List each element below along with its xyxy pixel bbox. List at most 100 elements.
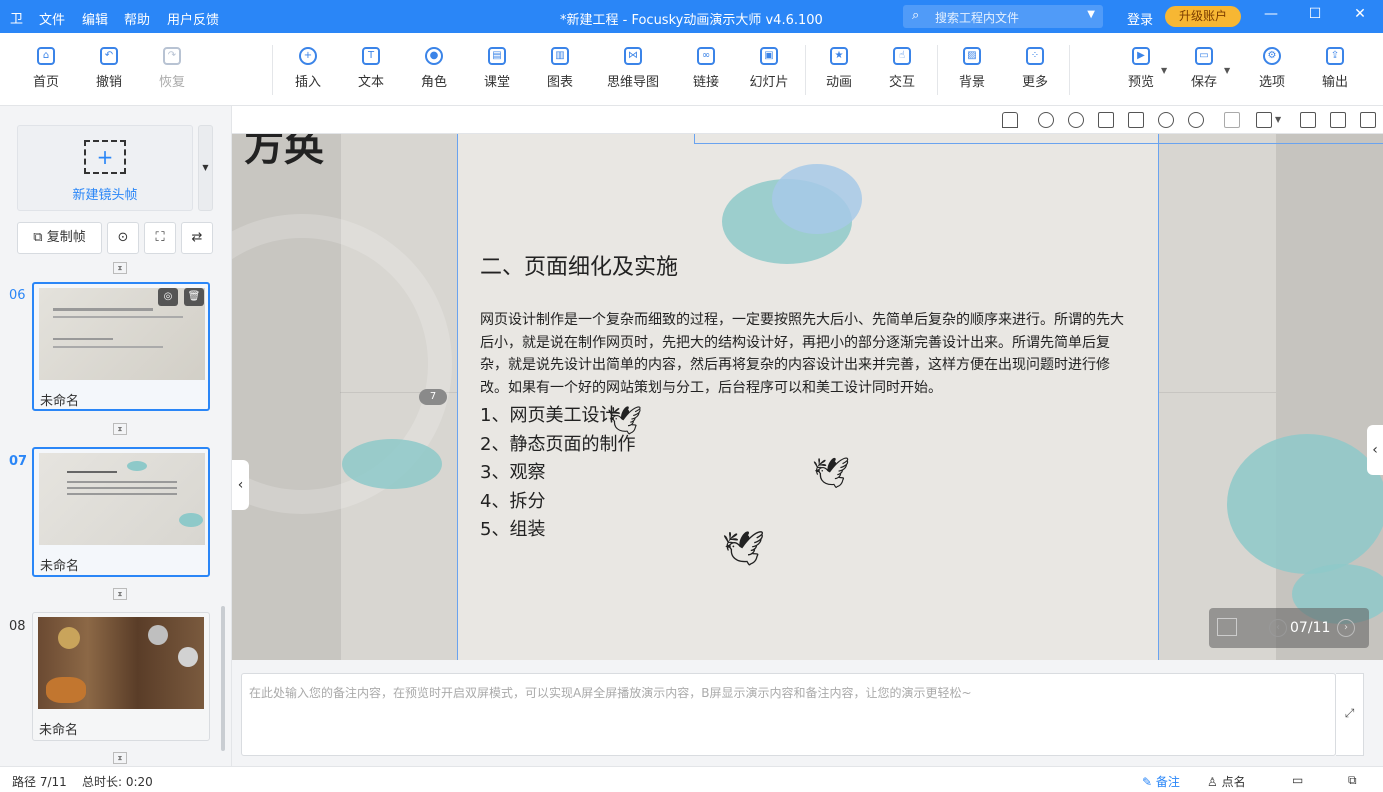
- person-icon: ●: [425, 47, 443, 65]
- new-frame-button[interactable]: + 新建镜头帧: [17, 125, 193, 211]
- zoom-in-icon[interactable]: [1158, 112, 1174, 128]
- menu-edit[interactable]: 编辑: [82, 9, 108, 28]
- chevron-down-icon[interactable]: ▼: [1087, 9, 1095, 20]
- slide-icon: ▣: [760, 47, 778, 65]
- maximize-icon[interactable]: ☐: [1303, 6, 1327, 22]
- export-icon: ⇪: [1326, 47, 1344, 65]
- slide-list-item[interactable]: 2、静态页面的制作: [480, 430, 635, 456]
- camera-icon[interactable]: [1300, 112, 1316, 128]
- options-button[interactable]: ⚙ 选项: [1242, 47, 1302, 90]
- zoom-out-icon[interactable]: [1188, 112, 1204, 128]
- paste-icon[interactable]: [1128, 112, 1144, 128]
- project-search-input[interactable]: ⌕ 搜索工程内文件 ▼: [903, 5, 1103, 28]
- more-label: 更多: [1021, 75, 1048, 90]
- export-button[interactable]: ⇪ 输出: [1305, 47, 1365, 90]
- frame-card-06[interactable]: ◎ 🗑 未命名: [32, 282, 210, 411]
- text-button[interactable]: T 文本: [341, 47, 401, 90]
- new-frame-dropdown[interactable]: ▼: [198, 125, 213, 211]
- expand-notes-button[interactable]: ⤢: [1336, 673, 1364, 756]
- redo-button[interactable]: ↷ 恢复: [142, 47, 202, 90]
- rotate-left-icon[interactable]: [1038, 112, 1054, 128]
- frame-number-badge[interactable]: 7: [419, 389, 447, 405]
- insert-button[interactable]: + 插入: [278, 47, 338, 90]
- align-icon[interactable]: [1224, 112, 1240, 128]
- link-button[interactable]: ∞ 链接: [676, 47, 736, 90]
- cloud-decoration: [772, 164, 862, 234]
- classroom-button[interactable]: ▤ 课堂: [467, 47, 527, 90]
- collapse-left-panel-button[interactable]: ‹: [232, 460, 249, 510]
- copy-icon[interactable]: [1098, 112, 1114, 128]
- fit-frame-button[interactable]: ⛶: [144, 222, 176, 254]
- coin-thumb: [58, 627, 80, 649]
- menu-feedback[interactable]: 用户反馈: [167, 9, 219, 28]
- edit-icon[interactable]: [1360, 112, 1376, 128]
- expand-right-panel-button[interactable]: ‹: [1367, 425, 1383, 475]
- role-button[interactable]: ● 角色: [404, 47, 464, 90]
- transition-marker-icon[interactable]: ⧗: [113, 423, 127, 435]
- copy-frame-button[interactable]: ⧉ 复制帧: [17, 222, 102, 254]
- chart-button[interactable]: ▥ 图表: [530, 47, 590, 90]
- screenshot-frame-button[interactable]: ⊙: [107, 222, 139, 254]
- home-icon[interactable]: [1217, 618, 1237, 636]
- login-link[interactable]: 登录: [1127, 9, 1153, 28]
- rotate-right-icon[interactable]: [1068, 112, 1084, 128]
- slide-list-item[interactable]: 5、组装: [480, 515, 545, 541]
- menu-help[interactable]: 帮助: [124, 9, 150, 28]
- redo-label: 恢复: [158, 75, 185, 90]
- frame-panel-scrollbar[interactable]: [221, 606, 225, 751]
- slide-heading[interactable]: 二、页面细化及实施: [480, 249, 678, 281]
- canvas-toolbar: ▼: [232, 106, 1383, 134]
- chevron-left-icon: ‹: [1372, 442, 1378, 458]
- frame-card-07[interactable]: 未命名: [32, 447, 210, 577]
- eye-icon[interactable]: ◎: [158, 288, 178, 306]
- frame-card-08[interactable]: 未命名: [32, 612, 210, 741]
- trash-icon[interactable]: 🗑: [184, 288, 204, 306]
- upgrade-account-button[interactable]: 升级账户: [1165, 6, 1241, 27]
- present-icon[interactable]: ▭: [1292, 773, 1303, 787]
- transition-button[interactable]: ⇄: [181, 222, 213, 254]
- animation-button[interactable]: ★ 动画: [809, 47, 869, 90]
- minimize-icon[interactable]: —: [1259, 6, 1283, 22]
- lock-icon[interactable]: [1256, 112, 1272, 128]
- slide-list-item[interactable]: 3、观察: [480, 458, 545, 484]
- frame-counter: 07/11: [1290, 620, 1331, 636]
- preview-dropdown-icon[interactable]: ▼: [1161, 66, 1167, 75]
- rollcall-toggle[interactable]: ♙ 点名: [1207, 773, 1246, 790]
- window-mode-icon[interactable]: ⧉: [1348, 773, 1357, 788]
- save-icon: ▭: [1195, 47, 1213, 65]
- transition-marker-icon[interactable]: ⧗: [113, 588, 127, 600]
- close-icon[interactable]: ✕: [1348, 6, 1372, 22]
- background-button[interactable]: ▨ 背景: [942, 47, 1002, 90]
- notes-input[interactable]: 在此处输入您的备注内容，在预览时开启双屏模式，可以实现A屏全屏播放演示内容，B屏…: [241, 673, 1336, 756]
- undo-button[interactable]: ↶ 撤销: [79, 47, 139, 90]
- plus-icon: +: [84, 140, 126, 174]
- grid-icon: ⁘: [1026, 47, 1044, 65]
- pointer-hand-icon: ☝: [893, 47, 911, 65]
- camera-icon: ⊙: [117, 230, 129, 245]
- image-settings-icon[interactable]: [1330, 112, 1346, 128]
- slide-paragraph[interactable]: 网页设计制作是一个复杂而细致的过程，一定要按照先大后小、先简单后复杂的顺序来进行…: [480, 309, 1136, 399]
- slide-list-item[interactable]: 1、网页美工设计: [480, 401, 617, 427]
- transition-marker-icon[interactable]: ⧗: [113, 752, 127, 764]
- next-frame-button[interactable]: ›: [1337, 619, 1355, 637]
- menu-file[interactable]: 文件: [39, 9, 65, 28]
- save-dropdown-icon[interactable]: ▼: [1224, 66, 1230, 75]
- more-button[interactable]: ⁘ 更多: [1005, 47, 1065, 90]
- frame-panel: + 新建镜头帧 ▼ ⧉ 复制帧 ⊙ ⛶ ⇄ ⧗ 06 ◎ 🗑 未命名 ⧗ 07: [0, 106, 232, 766]
- save-label: 保存: [1190, 75, 1217, 90]
- slide-list-item[interactable]: 4、拆分: [480, 487, 545, 513]
- notes-toggle[interactable]: ✎ 备注: [1142, 773, 1180, 790]
- mindmap-button[interactable]: ⋈ 思维导图: [603, 47, 663, 90]
- expand-icon: ⤢: [1344, 706, 1355, 720]
- transition-marker-icon[interactable]: ⧗: [113, 262, 127, 274]
- crane-decoration: 🕊: [722, 529, 766, 569]
- lock-dropdown-icon[interactable]: ▼: [1275, 115, 1281, 124]
- interaction-button[interactable]: ☝ 交互: [872, 47, 932, 90]
- toolbar-divider: [805, 45, 806, 95]
- slide-button[interactable]: ▣ 幻灯片: [739, 47, 799, 90]
- home-button[interactable]: ⌂ 首页: [16, 47, 76, 90]
- thumb-line: [67, 487, 177, 489]
- home-view-icon[interactable]: [1002, 112, 1018, 128]
- previous-frame-button[interactable]: ‹: [1269, 619, 1287, 637]
- editor-canvas[interactable]: 方奂 🕊 🕊 🕊 二、页面细化及实施 网页设计制作是一个复杂而细致的过程，一定要…: [232, 134, 1383, 660]
